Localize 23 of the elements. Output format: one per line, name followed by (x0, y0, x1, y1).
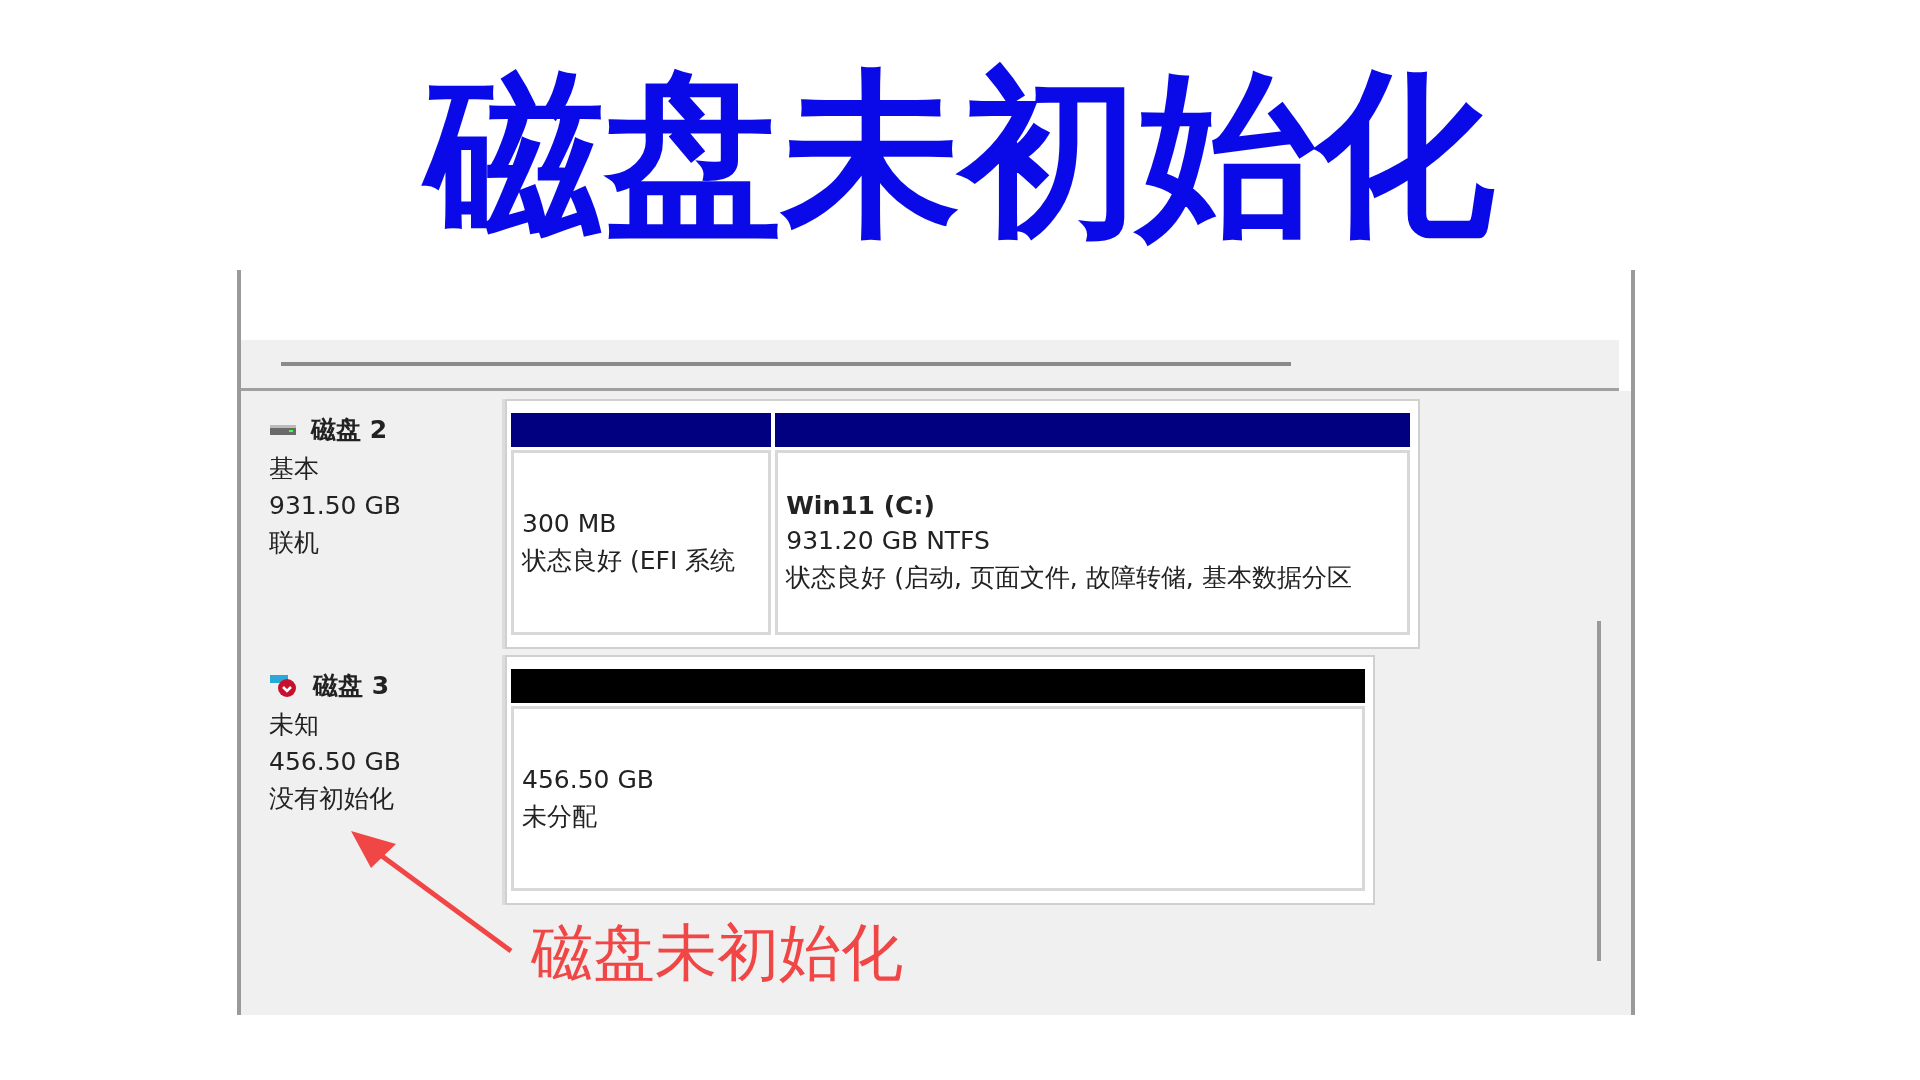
vertical-scrollbar[interactable] (1597, 621, 1601, 961)
volume-label: Win11 (C:) (786, 491, 936, 520)
disk-type: 未知 (269, 709, 320, 741)
disk-status: 联机 (269, 527, 320, 559)
horizontal-scrollbar[interactable] (241, 340, 1619, 391)
partition-size: 300 MB (522, 508, 618, 538)
disk-type: 基本 (269, 453, 320, 485)
partition-size: 931.20 GB NTFS (786, 526, 991, 555)
disk-size: 931.50 GB (269, 491, 402, 520)
headline: 磁盘未初始化 (402, 38, 1518, 270)
partition-status: 未分配 (522, 800, 598, 833)
annotation-text: 磁盘未初始化 (531, 915, 903, 991)
disk-size: 456.50 GB (269, 747, 402, 776)
disk-name: 磁盘 3 (313, 670, 390, 702)
partition-status: 状态良好 (EFI 系统 (522, 544, 737, 577)
disk-name: 磁盘 2 (311, 414, 388, 446)
disk-status: 没有初始化 (269, 783, 395, 815)
partition-status: 状态良好 (启动, 页面文件, 故障转储, 基本数据分区 (786, 562, 1353, 594)
partition-size: 456.50 GB (522, 764, 655, 794)
partition-block[interactable]: 456.50 GB 未分配 (511, 706, 1365, 891)
partition-block[interactable]: 300 MB 状态良好 (EFI 系统 (511, 450, 772, 635)
disk-error-icon (269, 672, 299, 699)
partition-block[interactable]: Win11 (C:) 931.20 GB NTFS 状态良好 (启动, 页面文件, 故障转储, 基本数据分区 (775, 450, 1410, 635)
